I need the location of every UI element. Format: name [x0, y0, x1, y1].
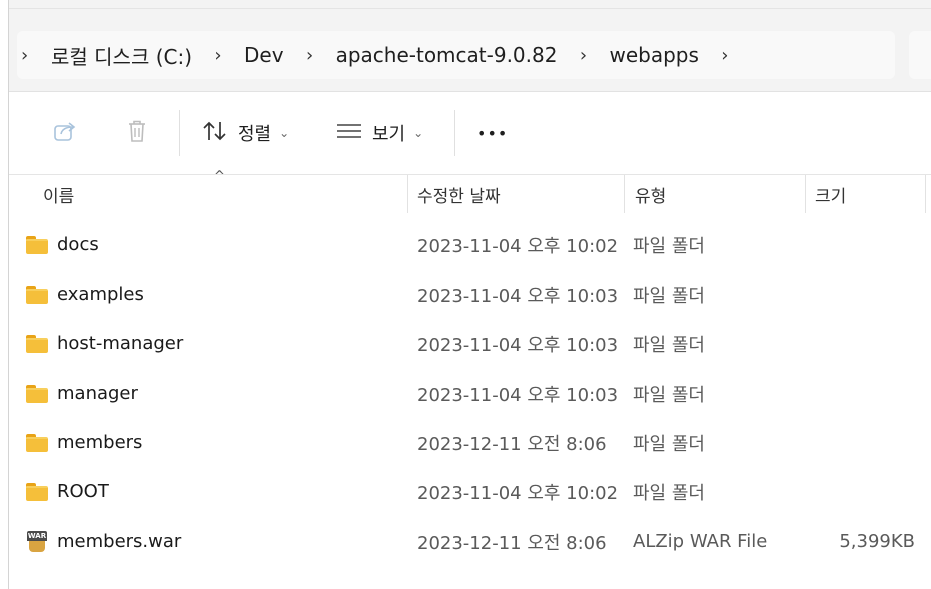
address-bar-area: › 로컬 디스크 (C:) › Dev › apache-tomcat-9.0.… — [9, 9, 931, 92]
file-explorer-window: › 로컬 디스크 (C:) › Dev › apache-tomcat-9.0.… — [0, 0, 931, 589]
column-header-date-label: 수정한 날짜 — [417, 186, 501, 207]
share-button[interactable] — [53, 114, 79, 152]
search-box-partial[interactable]: w — [909, 31, 931, 79]
file-row[interactable]: docs 2023-11-04 오후 10:02 파일 폴더 — [9, 220, 931, 269]
file-name-cell: WAR members.war — [26, 517, 181, 566]
file-size — [815, 220, 915, 269]
file-size — [815, 270, 915, 319]
column-header-type-label: 유형 — [635, 186, 667, 207]
file-name-cell: manager — [26, 369, 138, 418]
chevron-down-icon: ⌄ — [413, 126, 424, 140]
breadcrumb-item-local-disk[interactable]: 로컬 디스크 (C:) — [43, 41, 200, 70]
file-date: 2023-12-11 오전 8:06 — [417, 532, 607, 554]
file-name: ROOT — [57, 481, 109, 502]
column-header-name-label: 이름 — [43, 186, 75, 207]
file-row[interactable]: ROOT 2023-11-04 오후 10:02 파일 폴더 — [9, 467, 931, 516]
file-name-cell: host-manager — [26, 319, 183, 368]
file-row[interactable]: examples 2023-11-04 오후 10:03 파일 폴더 — [9, 270, 931, 319]
column-header-date[interactable]: 수정한 날짜 — [417, 175, 501, 213]
file-type: 파일 폴더 — [633, 384, 705, 406]
breadcrumb-separator[interactable]: › — [707, 45, 743, 66]
file-size: 5,399KB — [839, 531, 915, 552]
sort-ascending-icon: ^ — [214, 169, 225, 184]
column-header-row: ^ 이름 수정한 날짜 유형 크기 — [9, 169, 931, 213]
file-date: 2023-11-04 오후 10:03 — [417, 285, 619, 307]
file-row[interactable]: host-manager 2023-11-04 오후 10:03 파일 폴더 — [9, 319, 931, 368]
sort-label: 정렬 — [238, 124, 272, 145]
sort-icon — [202, 120, 228, 147]
war-file-icon: WAR — [26, 530, 48, 553]
file-type: 파일 폴더 — [633, 433, 705, 455]
file-name: members — [57, 432, 143, 453]
war-icon-label: WAR — [27, 530, 47, 541]
folder-icon — [26, 235, 48, 254]
breadcrumb-item-webapps[interactable]: webapps — [601, 43, 706, 67]
file-row[interactable]: manager 2023-11-04 오후 10:03 파일 폴더 — [9, 369, 931, 418]
view-label: 보기 — [372, 124, 406, 145]
file-date: 2023-12-11 오전 8:06 — [417, 433, 607, 455]
column-header-size-label: 크기 — [815, 186, 847, 207]
file-type: ALZip WAR File — [633, 531, 768, 552]
file-size — [815, 418, 915, 467]
file-type: 파일 폴더 — [633, 285, 705, 307]
column-divider[interactable] — [925, 175, 926, 213]
command-bar: 정렬 ⌄ 보기 ⌄ ••• — [9, 92, 931, 175]
column-divider[interactable] — [407, 175, 408, 213]
folder-icon — [26, 334, 48, 353]
breadcrumb-separator[interactable]: › — [200, 45, 236, 66]
folder-icon — [26, 433, 48, 452]
file-type: 파일 폴더 — [633, 482, 705, 504]
folder-icon — [26, 384, 48, 403]
file-size — [815, 467, 915, 516]
folder-icon — [26, 285, 48, 304]
file-date: 2023-11-04 오후 10:02 — [417, 235, 619, 257]
file-date: 2023-11-04 오후 10:03 — [417, 334, 619, 356]
column-divider[interactable] — [624, 175, 625, 213]
file-name-cell: examples — [26, 270, 144, 319]
breadcrumb-item-tomcat[interactable]: apache-tomcat-9.0.82 — [328, 43, 566, 67]
share-icon — [53, 119, 79, 148]
column-divider[interactable] — [805, 175, 806, 213]
breadcrumb-separator[interactable]: › — [292, 45, 328, 66]
more-options-button[interactable]: ••• — [477, 114, 508, 152]
file-name-cell: docs — [26, 220, 99, 269]
file-type: 파일 폴더 — [633, 235, 705, 257]
view-button[interactable]: 보기 ⌄ — [336, 114, 423, 152]
delete-icon — [125, 118, 149, 149]
delete-button[interactable] — [125, 114, 149, 152]
file-name: members.war — [57, 531, 182, 552]
file-date: 2023-11-04 오후 10:03 — [417, 384, 619, 406]
column-header-name[interactable]: 이름 — [43, 175, 74, 213]
view-icon — [336, 122, 362, 145]
file-name-cell: members — [26, 418, 142, 467]
window-top-strip — [9, 0, 931, 9]
file-size — [815, 319, 915, 368]
toolbar-divider — [454, 110, 455, 156]
file-row[interactable]: WAR members.war 2023-12-11 오전 8:06 ALZip… — [9, 517, 931, 566]
toolbar-divider — [179, 110, 180, 156]
chevron-down-icon: ⌄ — [279, 126, 290, 140]
column-header-size[interactable]: 크기 — [815, 175, 846, 213]
file-name: manager — [57, 383, 138, 404]
sort-button[interactable]: 정렬 ⌄ — [202, 114, 289, 152]
file-date: 2023-11-04 오후 10:02 — [417, 482, 619, 504]
more-icon: ••• — [477, 123, 509, 143]
file-size — [815, 369, 915, 418]
file-name: docs — [57, 234, 99, 255]
breadcrumb-expand-chevron[interactable]: › — [17, 45, 43, 66]
file-type: 파일 폴더 — [633, 334, 705, 356]
file-name: examples — [57, 284, 144, 305]
folder-icon — [26, 482, 48, 501]
file-row[interactable]: members 2023-12-11 오전 8:06 파일 폴더 — [9, 418, 931, 467]
file-name-cell: ROOT — [26, 467, 109, 516]
column-header-type[interactable]: 유형 — [635, 175, 666, 213]
breadcrumb-item-dev[interactable]: Dev — [236, 43, 292, 67]
breadcrumb-separator[interactable]: › — [565, 45, 601, 66]
file-name: host-manager — [57, 333, 184, 354]
breadcrumb[interactable]: › 로컬 디스크 (C:) › Dev › apache-tomcat-9.0.… — [17, 31, 895, 79]
